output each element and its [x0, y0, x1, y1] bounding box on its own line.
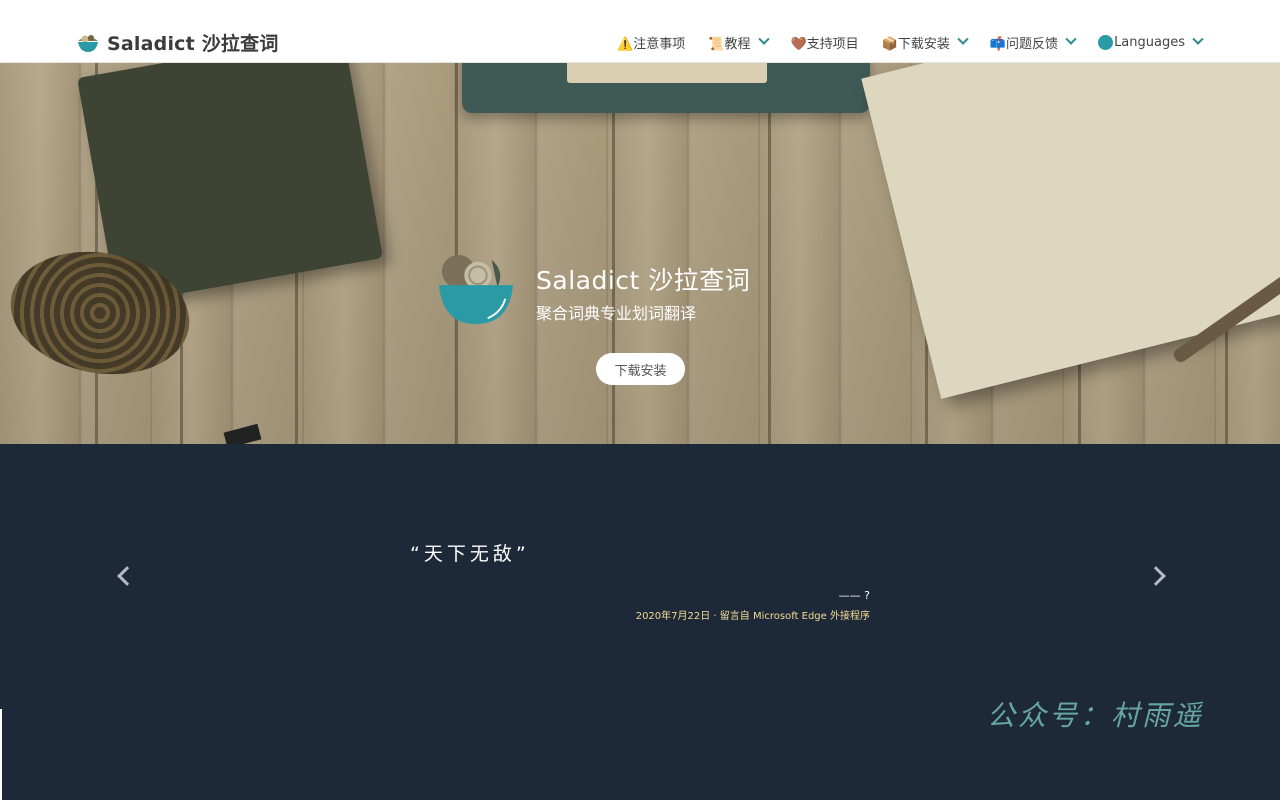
salad-bowl-logo-icon: [78, 35, 98, 52]
salad-bowl-hero-logo-icon: [438, 254, 514, 325]
nav-item-download[interactable]: 📦下载安装: [881, 33, 969, 52]
hero-subtitle: 聚合词典专业划词翻译: [536, 304, 697, 323]
watermark-text: 公众号：村雨遥: [987, 699, 1205, 732]
chevron-down-icon: [957, 33, 969, 45]
page-edge: [0, 709, 2, 800]
testimonial-quote: “天下无敌”: [410, 543, 530, 565]
chevron-down-icon: [1065, 33, 1077, 45]
main-nav: ⚠️注意事项 📜教程 🤎支持项目 📦下载安装 📫问题反馈 Languages: [617, 30, 1204, 54]
nav-label-notice: ⚠️注意事项: [617, 36, 686, 52]
chevron-right-icon[interactable]: [1146, 566, 1166, 586]
nav-item-tutorial[interactable]: 📜教程: [708, 33, 770, 52]
nav-label-download: 📦下载安装: [881, 36, 950, 52]
chevron-down-icon: [1192, 33, 1204, 45]
testimonial-meta: 2020年7月22日 · 留言自 Microsoft Edge 外接程序: [635, 611, 870, 622]
nav-item-feedback[interactable]: 📫问题反馈: [989, 33, 1077, 52]
brand-title: Saladict 沙拉查词: [107, 32, 279, 55]
nav-label-support: 🤎支持项目: [790, 36, 859, 52]
nav-item-support[interactable]: 🤎支持项目: [791, 33, 859, 52]
typewriter-decoration: [462, 63, 870, 113]
testimonial-carousel: “天下无敌” —— ? 2020年7月22日 · 留言自 Microsoft E…: [0, 444, 1280, 800]
nav-item-notice[interactable]: ⚠️注意事项: [617, 33, 685, 52]
wood-plank-line: [768, 63, 771, 444]
pen-decoration: [223, 423, 262, 444]
testimonial-author: —— ?: [838, 589, 870, 602]
chevron-left-icon[interactable]: [117, 566, 137, 586]
hero-banner: Saladict 沙拉查词 聚合词典专业划词翻译 下载安装: [0, 63, 1280, 444]
hero-title: Saladict 沙拉查词: [536, 266, 751, 295]
nav-item-languages[interactable]: Languages: [1098, 33, 1204, 50]
brand-link[interactable]: Saladict 沙拉查词: [76, 28, 279, 56]
globe-icon: [1098, 34, 1114, 50]
typewriter-paper: [567, 63, 767, 83]
nav-label-feedback: 📫问题反馈: [989, 36, 1059, 52]
nav-label-languages: Languages: [1114, 34, 1185, 50]
nav-label-tutorial: 📜教程: [708, 36, 751, 52]
wood-plank-line: [612, 63, 615, 444]
download-install-button[interactable]: 下载安装: [596, 353, 685, 385]
chevron-down-icon: [757, 33, 770, 45]
top-navbar: Saladict 沙拉查词 ⚠️注意事项 📜教程 🤎支持项目 📦下载安装 📫问题…: [0, 0, 1280, 63]
